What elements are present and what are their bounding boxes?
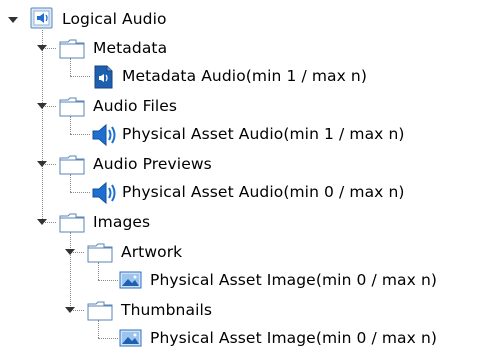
speaker-icon: [91, 181, 116, 205]
tree-connector: [98, 262, 99, 280]
collapse-toggle[interactable]: [37, 43, 47, 52]
node-label: Images: [93, 213, 151, 231]
node-label: Physical Asset Audio(min 1 / max n): [122, 125, 405, 143]
image-icon: [119, 270, 143, 292]
logical-audio-icon: [30, 7, 54, 29]
tree-connector: [70, 134, 90, 135]
node-label: Physical Asset Image(min 0 / max n): [150, 329, 438, 347]
tree-connector: [70, 192, 90, 193]
folder-icon: [59, 153, 85, 175]
speaker-icon: [91, 123, 116, 147]
tree-connector: [70, 232, 71, 310]
node-label: Metadata Audio(min 1 / max n): [122, 67, 367, 85]
folder-icon: [87, 299, 113, 321]
collapse-toggle[interactable]: [37, 159, 47, 168]
tree-connector: [70, 58, 71, 76]
collapse-toggle[interactable]: [65, 305, 75, 314]
metadata-audio-icon: [92, 65, 116, 89]
folder-icon: [59, 211, 85, 233]
node-label: Audio Files: [93, 97, 178, 115]
collapse-toggle[interactable]: [37, 101, 47, 110]
folder-icon: [59, 37, 85, 59]
image-icon: [119, 328, 143, 350]
collapse-toggle[interactable]: [8, 15, 18, 24]
node-label: Thumbnails: [121, 301, 213, 319]
tree-connector: [98, 338, 118, 339]
tree-connector: [70, 76, 90, 77]
tree-connector: [70, 174, 71, 192]
folder-icon: [87, 241, 113, 263]
node-label: Logical Audio: [62, 10, 167, 28]
node-label: Metadata: [93, 39, 168, 57]
tree-view: Logical Audio Metadata Metadata Audio(mi…: [0, 0, 493, 352]
collapse-toggle[interactable]: [37, 217, 47, 226]
tree-connector: [70, 116, 71, 134]
tree-connector: [42, 30, 43, 223]
node-label: Physical Asset Image(min 0 / max n): [150, 271, 438, 289]
collapse-toggle[interactable]: [65, 247, 75, 256]
node-label: Physical Asset Audio(min 0 / max n): [122, 183, 405, 201]
node-label: Audio Previews: [93, 155, 212, 173]
tree-connector: [98, 320, 99, 338]
node-label: Artwork: [121, 243, 183, 261]
folder-icon: [59, 95, 85, 117]
tree-connector: [98, 280, 118, 281]
